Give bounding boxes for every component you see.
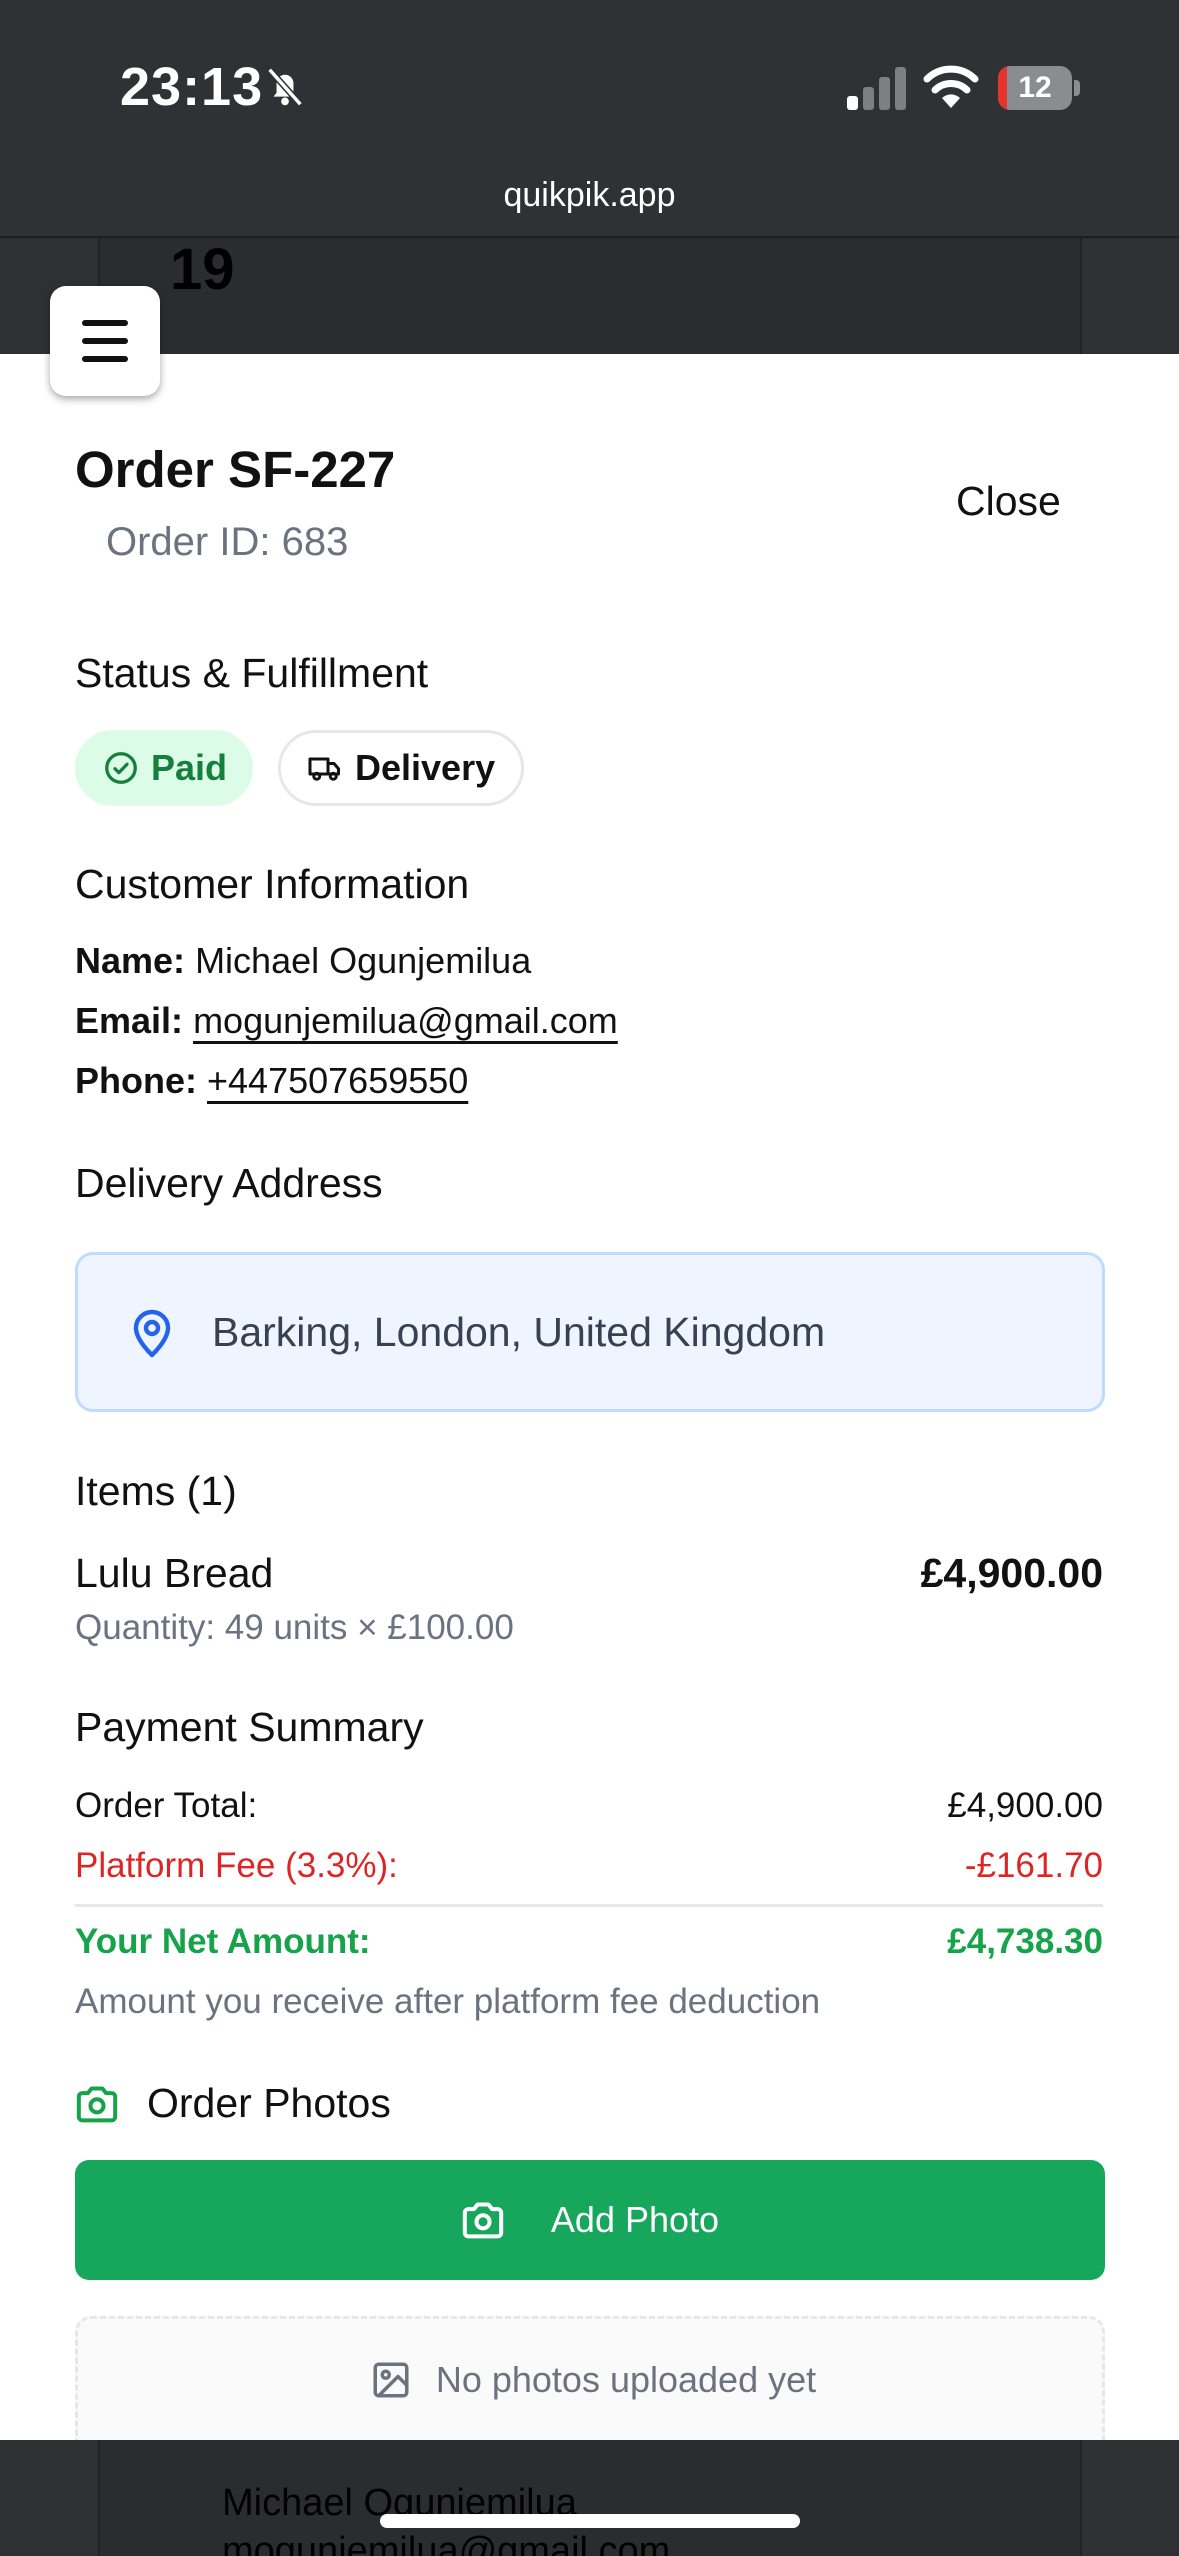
image-icon [373, 2362, 409, 2398]
map-pin-icon [133, 1309, 171, 1358]
photos-heading: Order Photos [147, 2080, 391, 2126]
platform-fee-value: -£161.70 [964, 1846, 1103, 1885]
wifi-icon [923, 65, 979, 108]
customer-name-row: Name: Michael Ogunjemilua [75, 940, 531, 982]
delivery-address: Barking, London, United Kingdom [212, 1309, 826, 1355]
item-quantity: Quantity: 49 units × £100.00 [75, 1608, 514, 1647]
payment-heading: Payment Summary [75, 1704, 424, 1750]
customer-email-row: Email: mogunjemilua@gmail.com [75, 1000, 618, 1042]
order-total-label: Order Total: [75, 1786, 258, 1825]
battery-level: 12 [1018, 71, 1052, 104]
truck-icon [308, 757, 340, 781]
paid-label: Paid [151, 747, 228, 788]
delivery-heading: Delivery Address [75, 1160, 383, 1206]
customer-heading: Customer Information [75, 861, 470, 907]
bell-slash-icon [267, 67, 303, 107]
customer-name: Michael Ogunjemilua [195, 940, 532, 981]
menu-button[interactable] [50, 286, 160, 396]
divider [75, 1904, 1103, 1907]
email-link[interactable]: mogunjemilua@gmail.com [193, 1000, 618, 1041]
add-photo-button[interactable]: Add Photo [75, 2160, 1105, 2280]
customer-phone-row: Phone: +447507659550 [75, 1060, 468, 1102]
net-amount-row: Your Net Amount: £4,738.30 [75, 1922, 1103, 1962]
add-photo-label: Add Photo [550, 2199, 720, 2240]
phone-key: Phone: [75, 1060, 197, 1101]
email-key: Email: [75, 1000, 184, 1041]
order-id: Order ID: 683 [106, 520, 349, 564]
signal-icon [847, 67, 906, 110]
name-key: Name: [75, 940, 186, 981]
phone-link[interactable]: +447507659550 [207, 1060, 468, 1101]
background-number: 19 [170, 237, 235, 302]
empty-photos-label: No photos uploaded yet [435, 2359, 817, 2400]
order-total-value: £4,900.00 [947, 1786, 1103, 1825]
home-indicator[interactable] [380, 2514, 800, 2528]
status-time: 23:13 [120, 57, 264, 117]
platform-fee-label: Platform Fee (3.3%): [75, 1846, 398, 1885]
order-modal: Order SF-227 Order ID: 683 Close Status … [0, 354, 1179, 2440]
platform-fee-row: Platform Fee (3.3%): -£161.70 [75, 1846, 1103, 1886]
item-name: Lulu Bread [75, 1550, 274, 1596]
background-customer-email: mogunjemilua@gmail.com [222, 2530, 671, 2556]
page-title: Order SF-227 [75, 441, 396, 498]
delivery-badge: Delivery [278, 730, 524, 806]
items-heading: Items (1) [75, 1468, 237, 1514]
delivery-address-box: Barking, London, United Kingdom [75, 1252, 1105, 1412]
check-circle-icon [105, 752, 137, 784]
photos-heading-row: Order Photos [75, 2080, 391, 2127]
net-amount-note: Amount you receive after platform fee de… [75, 1982, 821, 2021]
order-total-row: Order Total: £4,900.00 [75, 1786, 1103, 1826]
delivery-label: Delivery [355, 747, 496, 788]
net-amount-label: Your Net Amount: [75, 1922, 371, 1961]
net-amount-value: £4,738.30 [947, 1922, 1103, 1961]
empty-photos-box: No photos uploaded yet [75, 2316, 1105, 2440]
camera-icon [76, 2086, 118, 2122]
hamburger-icon [82, 320, 128, 326]
battery-icon: 12 [998, 66, 1080, 110]
item-price: £4,900.00 [920, 1550, 1103, 1596]
status-bar: 23:13 12 quikpik.app [0, 0, 1179, 238]
status-heading: Status & Fulfillment [75, 650, 429, 696]
close-button[interactable]: Close [956, 478, 1061, 525]
url-bar[interactable]: quikpik.app [0, 176, 1179, 215]
paid-badge: Paid [75, 730, 253, 806]
camera-icon [462, 2202, 504, 2239]
